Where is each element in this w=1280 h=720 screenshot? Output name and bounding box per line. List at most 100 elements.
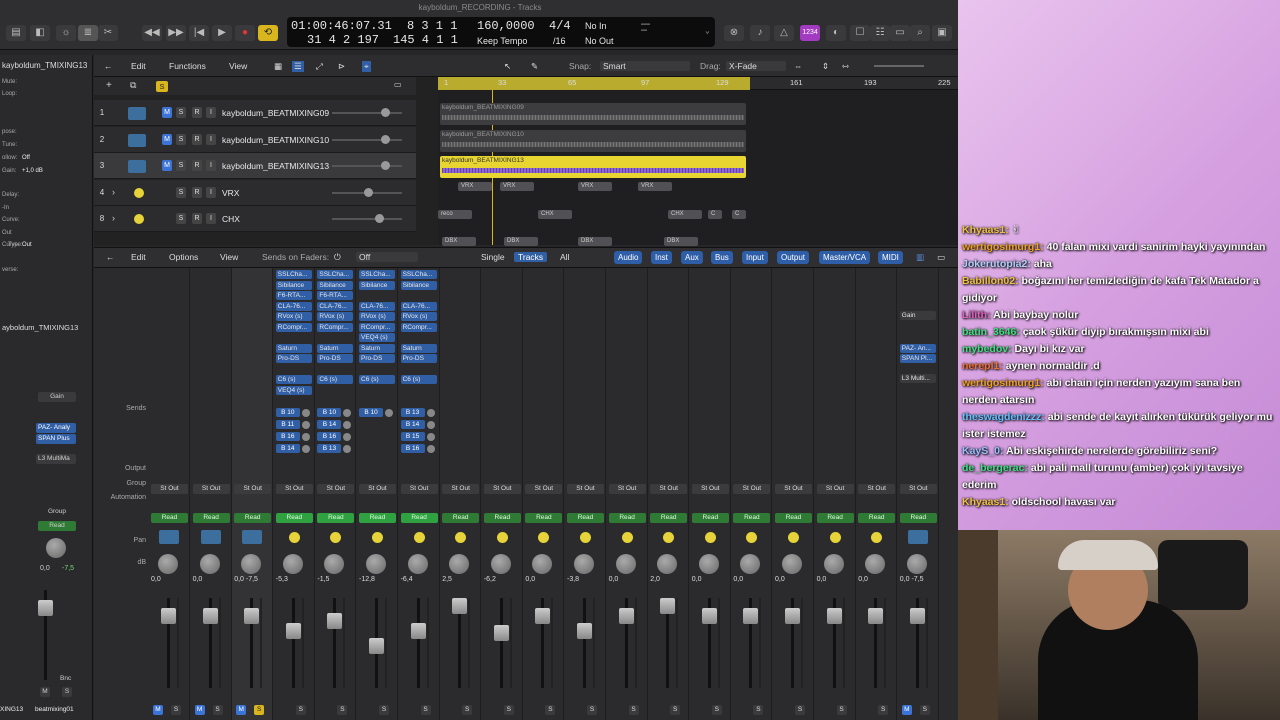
- play-icon[interactable]: ▶: [212, 25, 232, 41]
- volume-knob[interactable]: [381, 161, 390, 170]
- send-slot[interactable]: B 13: [317, 444, 342, 453]
- solo-button[interactable]: S: [878, 705, 889, 715]
- track-name[interactable]: kayboldum_BEATMIXING10: [222, 135, 329, 145]
- inspector-type[interactable]: Type:: [8, 242, 23, 248]
- volume-knob[interactable]: [381, 108, 390, 117]
- solo-button[interactable]: S: [420, 705, 431, 715]
- output-slot[interactable]: St Out: [775, 484, 812, 494]
- inspector-fader[interactable]: [38, 600, 53, 616]
- solo-button[interactable]: S: [212, 705, 223, 715]
- plugin-slot[interactable]: Pro-DS: [275, 354, 312, 363]
- output-slot[interactable]: St Out: [858, 484, 896, 494]
- pan-knob[interactable]: [407, 554, 428, 574]
- inspector-follow[interactable]: ollow:: [2, 155, 17, 161]
- output-slot[interactable]: St Out: [192, 484, 230, 494]
- filter-bus[interactable]: Bus: [711, 251, 733, 264]
- solo-button[interactable]: S: [836, 705, 847, 715]
- solo-button[interactable]: S: [254, 705, 265, 715]
- solo-button[interactable]: S: [795, 705, 805, 715]
- send-level-knob[interactable]: [426, 409, 435, 417]
- send-level-knob[interactable]: [343, 421, 352, 429]
- chat-username[interactable]: wertigosimurg1:: [962, 241, 1044, 253]
- solo-button[interactable]: S: [295, 705, 306, 715]
- inspector-reverse[interactable]: verse:: [2, 267, 18, 273]
- forward-icon[interactable]: ▶▶: [166, 25, 186, 41]
- track-name[interactable]: kayboldum_BEATMIXING13: [222, 161, 329, 171]
- plugin-slot[interactable]: CLA-76...: [359, 301, 395, 311]
- volume-fader[interactable]: [868, 608, 884, 624]
- audio-region[interactable]: kayboldum_BEATMIXING13: [440, 156, 746, 178]
- solo-button[interactable]: S: [545, 705, 556, 715]
- inspector-solo-button[interactable]: S: [62, 687, 72, 697]
- editors-icon[interactable]: ◐: [826, 25, 846, 41]
- send-level-knob[interactable]: [426, 433, 435, 441]
- volume-fader[interactable]: [535, 608, 551, 624]
- inspector-pan-knob[interactable]: [46, 538, 66, 558]
- volume-fader[interactable]: [202, 608, 218, 624]
- output-slot[interactable]: St Out: [317, 484, 355, 494]
- inspector-type-value[interactable]: Out: [22, 242, 32, 248]
- plugin-slot[interactable]: RVox (s): [317, 312, 354, 321]
- plugin-slot[interactable]: Sibilance: [400, 280, 437, 290]
- volume-slider[interactable]: [332, 165, 402, 167]
- mute-button[interactable]: M: [162, 133, 172, 145]
- mute-button[interactable]: M: [162, 107, 172, 118]
- input-monitor-button[interactable]: I: [206, 133, 216, 145]
- plugin-slot[interactable]: C6 (s): [400, 375, 437, 384]
- pan-knob[interactable]: [241, 554, 262, 574]
- output-slot[interactable]: St Out: [400, 484, 438, 494]
- folder-region[interactable]: DBX: [664, 237, 698, 246]
- disclosure-icon[interactable]: ›: [112, 213, 115, 223]
- pointer-tool-icon[interactable]: ↖: [504, 61, 511, 72]
- chat-username[interactable]: KayS_0:: [962, 445, 1003, 457]
- mixer-edit-menu[interactable]: Edit: [131, 252, 146, 262]
- volume-fader[interactable]: [618, 608, 634, 624]
- pan-knob[interactable]: [282, 554, 303, 574]
- automation-mode[interactable]: Read: [733, 513, 771, 523]
- inspector-tune[interactable]: Tune:: [2, 142, 17, 148]
- pan-knob[interactable]: [324, 554, 345, 574]
- send-level-knob[interactable]: [426, 445, 435, 453]
- folder-region[interactable]: C: [732, 210, 746, 219]
- pan-knob[interactable]: [366, 554, 386, 574]
- mode-all[interactable]: All: [560, 252, 569, 262]
- automation-mode[interactable]: Read: [192, 513, 230, 523]
- output-slot[interactable]: St Out: [899, 484, 937, 494]
- inspector-fade-in[interactable]: -In: [2, 205, 9, 211]
- track-name[interactable]: VRX: [222, 188, 239, 198]
- output-slot[interactable]: St Out: [359, 484, 396, 494]
- solo-button[interactable]: S: [462, 705, 473, 715]
- solo-button[interactable]: S: [171, 705, 181, 715]
- inspector-gain-button[interactable]: Gain: [38, 392, 76, 402]
- plugin-slot[interactable]: C6 (s): [359, 375, 395, 384]
- flex-icon[interactable]: ⤢: [316, 61, 323, 72]
- inspector-bounce[interactable]: Bnc: [60, 675, 71, 682]
- plugin-slot[interactable]: Saturn: [400, 343, 437, 353]
- solo-button[interactable]: S: [379, 705, 389, 715]
- plugin-slot[interactable]: RCompr...: [400, 322, 437, 332]
- plugin-slot[interactable]: C6 (s): [275, 375, 312, 384]
- rewind-icon[interactable]: ◀◀: [142, 25, 162, 41]
- send-level-knob[interactable]: [301, 421, 310, 429]
- chevron-down-icon[interactable]: ⌄: [705, 26, 710, 36]
- chat-username[interactable]: Khyaas1:: [962, 496, 1009, 508]
- output-slot[interactable]: St Out: [275, 484, 313, 494]
- solo-button[interactable]: S: [176, 160, 186, 171]
- folder-region[interactable]: CHX: [668, 210, 702, 219]
- add-track-icon[interactable]: +: [106, 80, 112, 91]
- zoom-slider[interactable]: [874, 65, 924, 67]
- volume-fader[interactable]: [285, 623, 301, 639]
- pan-knob[interactable]: [740, 554, 761, 574]
- output-slot[interactable]: St Out: [483, 484, 521, 494]
- filter-aux[interactable]: Aux: [681, 251, 703, 264]
- record-arm-button[interactable]: R: [192, 107, 202, 118]
- pan-knob[interactable]: [449, 554, 470, 574]
- solo-button[interactable]: S: [176, 186, 186, 198]
- volume-slider[interactable]: [332, 112, 402, 114]
- output-slot[interactable]: St Out: [691, 484, 729, 494]
- inspector-plugin-span[interactable]: SPAN Plus: [36, 434, 76, 444]
- solo-button[interactable]: S: [176, 213, 186, 224]
- chat-username[interactable]: Khyaas1:: [962, 224, 1009, 236]
- input-monitor-button[interactable]: I: [206, 107, 216, 118]
- back-icon[interactable]: ←: [104, 61, 113, 71]
